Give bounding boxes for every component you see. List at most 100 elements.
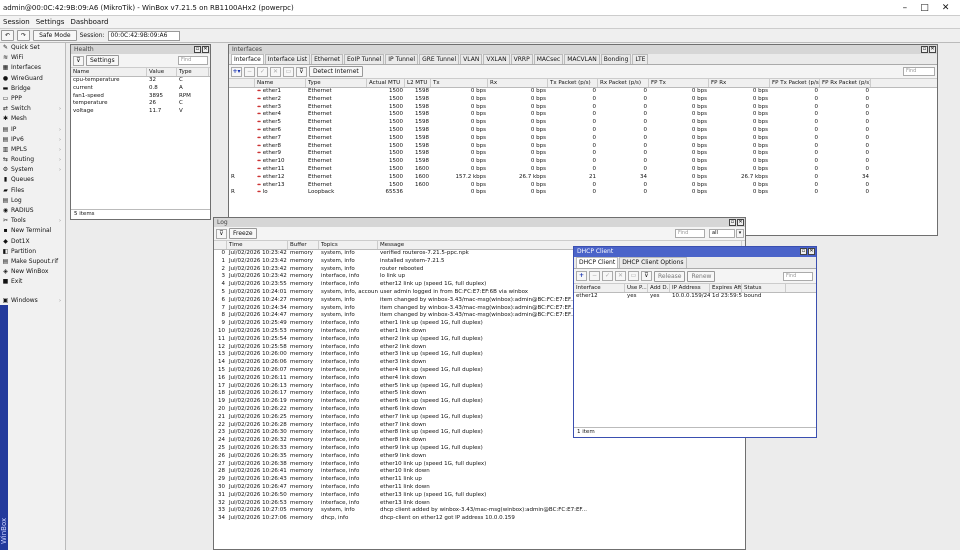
- sidebar-item-queues[interactable]: ▮ Queues: [0, 175, 65, 185]
- interfaces-col-header[interactable]: Tx Packet (p/s): [548, 79, 598, 87]
- health-table-row[interactable]: cpu-temperature 32 C: [71, 77, 210, 85]
- health-find-input[interactable]: Find: [178, 56, 208, 65]
- interfaces-tab-ip-tunnel[interactable]: IP Tunnel: [385, 54, 419, 64]
- interfaces-table-row[interactable]: ⬌ ether11 Ethernet 1500 1600 0 bps 0 bps 0 0 0 b…: [229, 166, 937, 174]
- close-icon[interactable]: ✕: [737, 219, 744, 226]
- interfaces-col-header[interactable]: FP Rx Packet (p/s): [820, 79, 871, 87]
- chevron-down-icon[interactable]: ▾: [736, 229, 744, 238]
- add-icon[interactable]: +▾: [231, 66, 242, 77]
- log-table-row[interactable]: 29 Jul/02/2026 10:26:43 memory interface, i…: [214, 476, 745, 484]
- interfaces-col-header[interactable]: Type: [306, 79, 367, 87]
- health-table-row[interactable]: temperature 26 C: [71, 100, 210, 108]
- interfaces-col-header[interactable]: Rx: [488, 79, 548, 87]
- sidebar-item-routing[interactable]: ⇆ Routing ›: [0, 155, 65, 165]
- interfaces-table-row[interactable]: ⬌ ether1 Ethernet 1500 1598 0 bps 0 bps 0 0 0 bp…: [229, 88, 937, 96]
- interfaces-tab-eoip-tunnel[interactable]: EoIP Tunnel: [344, 54, 385, 64]
- sidebar-item-files[interactable]: ▰ Files: [0, 186, 65, 196]
- enable-icon[interactable]: ✓: [602, 271, 613, 281]
- sidebar-item-make-supout-rif[interactable]: ▤ Make Supout.rif: [0, 257, 65, 267]
- close-icon[interactable]: ✕: [942, 0, 950, 16]
- health-col-header[interactable]: Name: [71, 68, 147, 76]
- sidebar-item-ipv6[interactable]: ▤ IPv6 ›: [0, 135, 65, 145]
- menu-dashboard[interactable]: Dashboard: [67, 16, 111, 28]
- interfaces-table-row[interactable]: ⬌ ether7 Ethernet 1500 1598 0 bps 0 bps 0 0 0 bp…: [229, 135, 937, 143]
- log-col-header[interactable]: Buffer: [288, 241, 319, 249]
- dhcp-window-title[interactable]: DHCP Client ▫ ✕: [574, 247, 816, 257]
- interfaces-table-row[interactable]: ⬌ ether8 Ethernet 1500 1598 0 bps 0 bps 0 0 0 bp…: [229, 143, 937, 151]
- log-table-row[interactable]: 26 Jul/02/2026 10:26:35 memory interface, i…: [214, 453, 745, 461]
- interfaces-col-header[interactable]: L2 MTU: [405, 79, 431, 87]
- dhcp-col-header[interactable]: IP Address: [670, 284, 710, 292]
- sidebar-item-system[interactable]: ⚙ System ›: [0, 165, 65, 175]
- interfaces-tab-vlan[interactable]: VLAN: [460, 54, 483, 64]
- health-table-row[interactable]: voltage 11.7 V: [71, 108, 210, 116]
- minimize-icon[interactable]: –: [903, 0, 908, 16]
- filter-icon[interactable]: ⊽: [296, 66, 307, 77]
- remove-icon[interactable]: −: [589, 271, 600, 281]
- health-col-header[interactable]: Type: [177, 68, 209, 76]
- interfaces-col-header[interactable]: Rx Packet (p/s): [598, 79, 649, 87]
- interfaces-tab-macvlan[interactable]: MACVLAN: [564, 54, 600, 64]
- comment-icon[interactable]: ▭: [283, 66, 294, 77]
- interfaces-tab-macsec[interactable]: MACsec: [533, 54, 564, 64]
- sidebar-item-ppp[interactable]: ▭ PPP: [0, 94, 65, 104]
- interfaces-tab-interface[interactable]: Interface: [231, 54, 264, 64]
- interfaces-tab-bonding[interactable]: Bonding: [600, 54, 632, 64]
- menu-settings[interactable]: Settings: [33, 16, 68, 28]
- sidebar-item-new-winbox[interactable]: ◈ New WinBox: [0, 267, 65, 277]
- filter-icon[interactable]: ⊽: [641, 271, 652, 281]
- health-table-row[interactable]: current 0.8 A: [71, 85, 210, 93]
- interfaces-window-title[interactable]: Interfaces ▫ ✕: [229, 45, 937, 54]
- interfaces-tab-lte[interactable]: LTE: [632, 54, 649, 64]
- interfaces-table-row[interactable]: ⬌ ether13 Ethernet 1500 1600 0 bps 0 bps 0 0 0 b…: [229, 182, 937, 190]
- remove-icon[interactable]: −: [244, 66, 255, 77]
- restore-icon[interactable]: ▫: [800, 248, 807, 255]
- health-col-header[interactable]: Value: [147, 68, 177, 76]
- sidebar-item-wireguard[interactable]: ● WireGuard: [0, 74, 65, 84]
- log-window-title[interactable]: Log ▫ ✕: [214, 218, 745, 227]
- restore-icon[interactable]: ▫: [194, 46, 201, 53]
- detect-internet-button[interactable]: Detect Internet: [309, 66, 363, 77]
- log-col-header[interactable]: [214, 241, 227, 249]
- log-table-row[interactable]: 31 Jul/02/2026 10:26:50 memory interface, i…: [214, 492, 745, 500]
- restore-icon[interactable]: ▫: [921, 46, 928, 53]
- undo-button[interactable]: ↶: [1, 30, 15, 41]
- close-icon[interactable]: ✕: [202, 46, 209, 53]
- dhcp-find-input[interactable]: Find: [783, 272, 813, 281]
- dhcp-col-header[interactable]: Status: [742, 284, 786, 292]
- release-button[interactable]: Release: [654, 270, 686, 282]
- interfaces-tab-gre-tunnel[interactable]: GRE Tunnel: [419, 54, 460, 64]
- interfaces-table-row[interactable]: ⬌ ether10 Ethernet 1500 1598 0 bps 0 bps 0 0 0 b…: [229, 158, 937, 166]
- log-table-row[interactable]: 24 Jul/02/2026 10:26:32 memory interface, i…: [214, 437, 745, 445]
- dhcp-tab-dhcp-client[interactable]: DHCP Client: [576, 257, 619, 268]
- sidebar-item-new-terminal[interactable]: ▪ New Terminal: [0, 226, 65, 236]
- safe-mode-button[interactable]: Safe Mode: [33, 30, 77, 41]
- maximize-icon[interactable]: □: [920, 0, 929, 16]
- health-settings-button[interactable]: Settings: [86, 55, 119, 66]
- sidebar-item-interfaces[interactable]: ▦ Interfaces: [0, 63, 65, 73]
- interfaces-table-row[interactable]: R ⬌ ether12 Ethernet 1500 1600 157.2 kbps 26.7…: [229, 174, 937, 182]
- session-field[interactable]: 00:0C:42:9B:09:A6: [107, 30, 180, 41]
- menu-session[interactable]: Session: [0, 16, 33, 28]
- interfaces-find-input[interactable]: Find: [903, 67, 935, 76]
- interfaces-tab-ethernet[interactable]: Ethernet: [311, 54, 343, 64]
- log-table-row[interactable]: 34 Jul/02/2026 10:27:06 memory dhcp, info dh…: [214, 515, 745, 523]
- dhcp-col-header[interactable]: Interface: [574, 284, 625, 292]
- close-icon[interactable]: ✕: [929, 46, 936, 53]
- dhcp-col-header[interactable]: Use P...: [625, 284, 648, 292]
- interfaces-table-row[interactable]: ⬌ ether9 Ethernet 1500 1598 0 bps 0 bps 0 0 0 bp…: [229, 150, 937, 158]
- interfaces-table-row[interactable]: ⬌ ether2 Ethernet 1500 1598 0 bps 0 bps 0 0 0 bp…: [229, 96, 937, 104]
- log-find-input[interactable]: Find: [675, 229, 705, 238]
- renew-button[interactable]: Renew: [687, 270, 716, 282]
- log-filter-select[interactable]: all: [709, 229, 735, 238]
- interfaces-table-row[interactable]: ⬌ ether6 Ethernet 1500 1598 0 bps 0 bps 0 0 0 bp…: [229, 127, 937, 135]
- add-icon[interactable]: +: [576, 271, 587, 281]
- interfaces-table-row[interactable]: ⬌ ether5 Ethernet 1500 1598 0 bps 0 bps 0 0 0 bp…: [229, 119, 937, 127]
- freeze-button[interactable]: Freeze: [229, 228, 257, 239]
- interfaces-table-row[interactable]: R ⬌ lo Loopback 65536 0 bps 0 bps 0 0 0 bps 0 bps…: [229, 189, 937, 197]
- sidebar-item-ip[interactable]: ▤ IP ›: [0, 125, 65, 135]
- sidebar-item-partition[interactable]: ◧ Partition: [0, 247, 65, 257]
- log-table-row[interactable]: 28 Jul/02/2026 10:26:41 memory interface, i…: [214, 468, 745, 476]
- log-table-row[interactable]: 25 Jul/02/2026 10:26:33 memory interface, i…: [214, 445, 745, 453]
- enable-icon[interactable]: ✓: [257, 66, 268, 77]
